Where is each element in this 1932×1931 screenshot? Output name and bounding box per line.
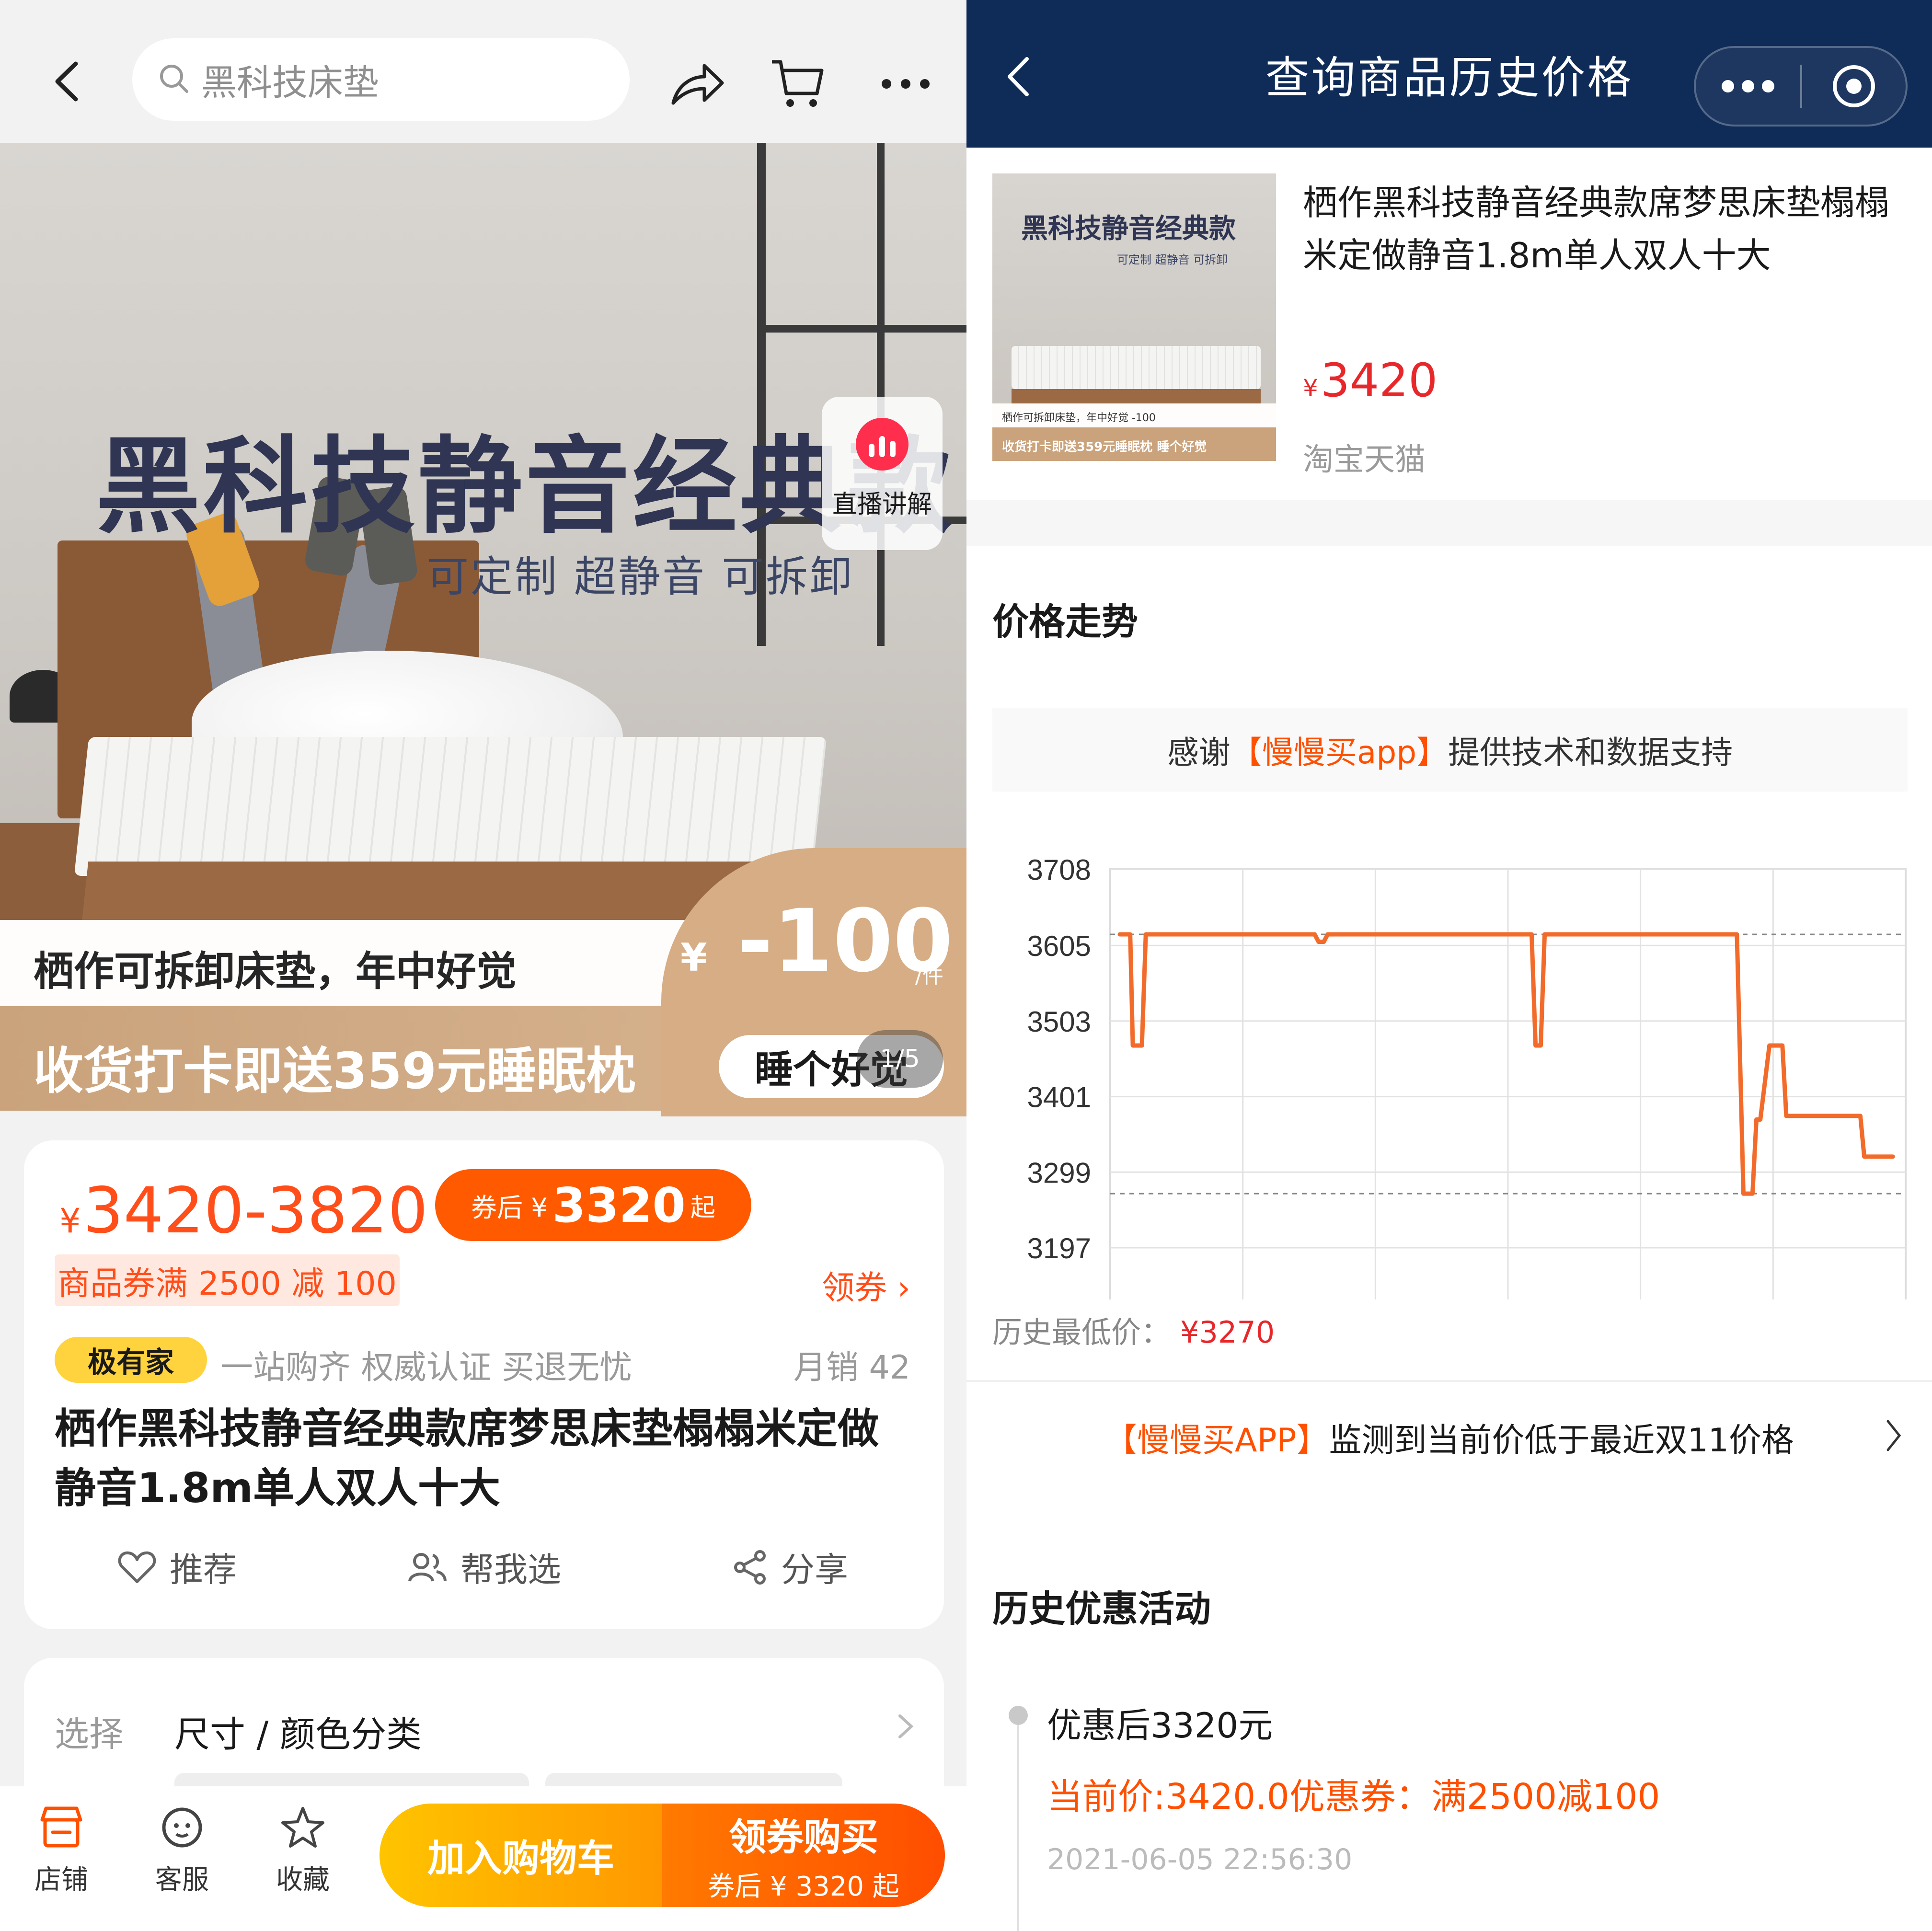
help-choose-button[interactable]: 帮我选 — [331, 1543, 637, 1591]
price-line-chart: 37083605350334013299319712-121-172-223-3… — [1027, 854, 1907, 1299]
store-slogan: 一站购齐 权威认证 买退无忧 — [220, 1349, 632, 1387]
product-thumbnail: 黑科技静音经典款 可定制 超静音 可拆卸 栖作可拆卸床垫，年中好觉 -100 收… — [992, 173, 1276, 461]
cart-icon[interactable] — [767, 53, 829, 115]
live-explain-button[interactable]: 直播讲解 — [822, 397, 943, 550]
coupon-tag: 商品券满 2500 减 100 — [55, 1254, 400, 1306]
price-trend-section: 价格走势 感谢 【慢慢买app】 提供技术和数据支持 3708 3605 3503 3… — [966, 546, 1932, 1380]
price-range: ¥ 3420-3820 — [59, 1174, 428, 1248]
promo-heading: 优惠后3320元 — [1047, 1705, 1273, 1746]
add-to-cart-button[interactable]: 加入购物车 — [380, 1804, 662, 1907]
share-nodes-icon — [734, 1550, 766, 1585]
purchase-buttons: 加入购物车 领券购买 券后 ¥ 3320 起 — [380, 1804, 945, 1907]
timeline-dot — [1009, 1706, 1028, 1725]
product-detail-page: 黑科技床垫 黑科技静音经典款 可定制 超静音 可拆卸 直播讲解 栖作可拆卸床垫，… — [0, 0, 966, 1931]
shop-platform: 淘宝天猫 — [1303, 442, 1426, 478]
discount-unit: /件 — [915, 964, 943, 988]
promo-detail: 当前价:3420.0优惠券：满2500减100 — [1047, 1776, 1660, 1817]
promo-time: 2021-06-05 22:56:30 — [1047, 1843, 1353, 1876]
thumb-subtitle: 可定制 超静音 可拆卸 — [1117, 253, 1228, 266]
y-tick-label: 3503 — [1027, 1006, 1091, 1038]
people-icon — [408, 1552, 447, 1582]
section-title: 历史优惠活动 — [992, 1587, 1211, 1630]
more-icon[interactable] — [1696, 48, 1800, 125]
price-info-card: ¥ 3420-3820 券后 ¥ 3320 起 商品券满 2500 减 100 … — [24, 1140, 944, 1629]
promo-text-2: 收货打卡即送359元睡眠枕 — [34, 1042, 636, 1100]
lowest-price: 历史最低价： ¥3270 — [992, 1315, 1275, 1350]
search-placeholder: 黑科技床垫 — [201, 62, 379, 103]
y-tick-label: 3197 — [1027, 1232, 1091, 1264]
bottom-action-bar: 店铺 客服 收藏 加入购物车 领券购买 券后 ¥ 3320 起 — [0, 1786, 966, 1931]
product-price: ¥ 3420 — [1303, 354, 1438, 407]
select-label: 选择 — [55, 1714, 124, 1754]
recommend-button[interactable]: 推荐 — [24, 1543, 331, 1591]
coupon-buy-button[interactable]: 领券购买 券后 ¥ 3320 起 — [662, 1804, 945, 1907]
product-summary: 黑科技静音经典款 可定制 超静音 可拆卸 栖作可拆卸床垫，年中好觉 -100 收… — [966, 148, 1932, 500]
carousel-pager: 1/5 — [857, 1030, 943, 1088]
share-action-button[interactable]: 分享 — [637, 1543, 944, 1591]
back-icon[interactable] — [995, 53, 1043, 101]
product-image-carousel[interactable]: 黑科技静音经典款 可定制 超静音 可拆卸 直播讲解 — [0, 143, 966, 920]
top-nav-bar: 黑科技床垫 — [0, 0, 966, 143]
jiyoujia-badge: 极有家 — [55, 1337, 207, 1383]
close-target-icon[interactable] — [1802, 48, 1906, 125]
section-title: 价格走势 — [992, 600, 1138, 643]
share-icon[interactable] — [666, 53, 728, 115]
price-series-line — [1117, 932, 1895, 1196]
discount-value: ¥ -100 — [680, 891, 953, 991]
service-icon — [162, 1807, 202, 1848]
promo-text-1: 栖作可拆卸床垫，年中好觉 — [34, 948, 517, 995]
star-icon — [281, 1807, 324, 1848]
store-icon — [40, 1806, 82, 1848]
product-title: 栖作黑科技静音经典款席梦思床垫榻榻米定做静音1.8m单人双人十大 — [1303, 183, 1890, 276]
thumb-band: 收货打卡即送359元睡眠枕 睡个好觉 — [992, 427, 1276, 461]
customer-service-button[interactable]: 客服 — [144, 1805, 220, 1897]
heart-icon — [118, 1551, 156, 1583]
chevron-right-icon — [1884, 1416, 1903, 1457]
notice-text: 【慢慢买APP】 监测到当前价低于最近双11价格 — [1104, 1421, 1794, 1460]
product-title: 栖作黑科技静音经典款席梦思床垫榻榻米定做静音1.8m单人双人十大 — [55, 1405, 879, 1512]
action-row: 推荐 帮我选 分享 — [24, 1543, 944, 1591]
after-coupon-price: 券后 ¥ 3320 起 — [435, 1169, 751, 1241]
price-history-page: 查询商品历史价格 黑科技静音经典款 可定制 超静音 可拆卸 栖作可拆卸床垫，年中… — [966, 0, 1932, 1931]
get-coupon-link[interactable]: 领券 › — [822, 1261, 910, 1309]
thumb-promo: 栖作可拆卸床垫，年中好觉 -100 — [992, 403, 1276, 427]
mini-program-header: 查询商品历史价格 — [966, 0, 1932, 148]
y-tick-label: 3708 — [1027, 854, 1091, 886]
mattress — [74, 737, 827, 876]
monthly-sales: 月销 42 — [793, 1349, 910, 1387]
more-icon[interactable] — [872, 62, 939, 105]
favorite-button[interactable]: 收藏 — [264, 1805, 341, 1897]
live-chart-icon — [856, 418, 908, 471]
y-tick-label: 3605 — [1027, 930, 1091, 962]
back-icon[interactable] — [43, 57, 91, 105]
store-button[interactable]: 店铺 — [23, 1805, 100, 1897]
timeline-line — [1017, 1725, 1019, 1931]
y-tick-label: 3299 — [1027, 1157, 1091, 1189]
select-value: 尺寸 / 颜色分类 — [174, 1714, 422, 1755]
history-promotions-section: 历史优惠活动 优惠后3320元 当前价:3420.0优惠券：满2500减100 … — [966, 1533, 1932, 1931]
live-explain-label: 直播讲解 — [832, 490, 932, 519]
data-credit-banner: 感谢 【慢慢买app】 提供技术和数据支持 — [992, 708, 1908, 792]
hero-subtitle: 可定制 超静音 可拆卸 — [426, 552, 854, 601]
y-tick-label: 3401 — [1027, 1081, 1091, 1114]
price-notice-row[interactable]: 【慢慢买APP】 监测到当前价低于最近双11价格 — [966, 1380, 1932, 1533]
chevron-right-icon — [896, 1710, 915, 1749]
search-input[interactable]: 黑科技床垫 — [132, 38, 630, 121]
mini-program-capsule — [1694, 46, 1908, 126]
search-icon — [158, 63, 190, 96]
thumb-title: 黑科技静音经典款 — [1021, 213, 1236, 244]
